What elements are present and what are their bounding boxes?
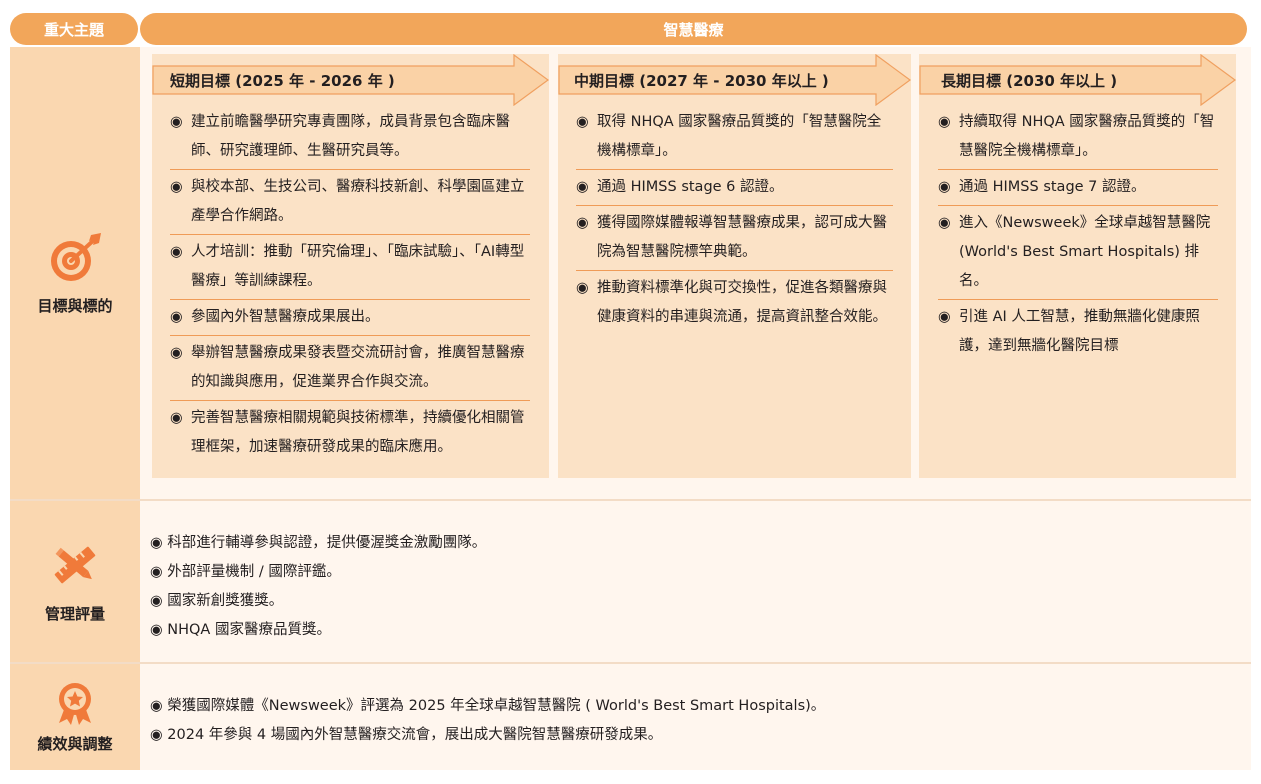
list-item: ◉ 通過 HIMSS stage 6 認證。: [576, 173, 893, 206]
list-item: ◉ 榮獲國際媒體《Newsweek》評選為 2025 年全球卓越智慧醫院 ( W…: [150, 692, 825, 721]
list-item-text: NHQA 國家醫療品質獎。: [167, 622, 331, 638]
list-item: ◉ 完善智慧醫療相關規範與技術標準，持續優化相關管理框架，加速醫療研發成果的臨床應…: [170, 404, 530, 465]
list-item: ◉ 進入《Newsweek》全球卓越智慧醫院 (World's Best Smar…: [938, 209, 1218, 300]
bullet-icon: ◉: [150, 622, 163, 638]
bullet-icon: ◉: [938, 309, 951, 325]
mid-term-title: 中期目標 (2027 年 - 2030 年以上 ): [574, 72, 829, 90]
list-item: ◉ 外部評量機制 / 國際評鑑。: [150, 558, 486, 587]
bullet-icon: ◉: [150, 698, 163, 714]
bullet-icon: ◉: [576, 280, 589, 296]
list-item-text: 2024 年參與 4 場國內外智慧醫療交流會，展出成大醫院智慧醫療研發成果。: [167, 727, 663, 743]
list-item-text: 推動資料標準化與可交換性，促進各類醫療與健康資料的串連與流通，提高資訊整合效能。: [597, 280, 887, 325]
list-item: ◉ 引進 AI 人工智慧，推動無牆化健康照護，達到無牆化醫院目標: [938, 303, 1218, 364]
list-item-text: 與校本部、生技公司、醫療科技新創、科學園區建立產學合作網路。: [191, 179, 525, 224]
list-item-text: 取得 NHQA 國家醫療品質獎的「智慧醫院全機構標章」。: [597, 114, 882, 159]
bullet-icon: ◉: [576, 215, 589, 231]
list-item-text: 參國內外智慧醫療成果展出。: [191, 309, 380, 325]
list-item: ◉ 舉辦智慧醫療成果發表暨交流研討會，推廣智慧醫療的知識與應用，促進業界合作與交流…: [170, 339, 530, 401]
list-item-text: 榮獲國際媒體《Newsweek》評選為 2025 年全球卓越智慧醫院 ( Wor…: [167, 698, 826, 714]
bullet-icon: ◉: [938, 215, 951, 231]
list-item: ◉ 獲得國際媒體報導智慧醫療成果，認可成大醫院為智慧醫院標竿典範。: [576, 209, 893, 271]
bullet-icon: ◉: [170, 309, 183, 325]
management-list: ◉ 科部進行輔導參與認證，提供優渥獎金激勵團隊。 ◉ 外部評量機制 / 國際評鑑…: [150, 529, 486, 645]
list-item-text: 國家新創獎獲獎。: [167, 593, 284, 609]
list-item: ◉ 通過 HIMSS stage 7 認證。: [938, 173, 1218, 206]
performance-row-label: 績效與調整: [10, 664, 140, 770]
pencil-ruler-icon: [47, 539, 103, 591]
bullet-icon: ◉: [150, 535, 163, 551]
goals-label-text: 目標與標的: [37, 297, 113, 315]
target-icon: [47, 231, 103, 283]
list-item-text: 科部進行輔導參與認證，提供優渥獎金激勵團隊。: [167, 535, 487, 551]
bullet-icon: ◉: [938, 179, 951, 195]
list-item-text: 通過 HIMSS stage 6 認證。: [597, 179, 784, 195]
list-item-text: 獲得國際媒體報導智慧醫療成果，認可成大醫院為智慧醫院標竿典範。: [597, 215, 887, 260]
short-term-title: 短期目標 (2025 年 - 2026 年 ): [170, 72, 395, 90]
list-item-text: 建立前瞻醫學研究專責團隊，成員背景包含臨床醫師、研究護理師、生醫研究員等。: [191, 114, 510, 159]
list-item: ◉ 科部進行輔導參與認證，提供優渥獎金激勵團隊。: [150, 529, 486, 558]
list-item-text: 引進 AI 人工智慧，推動無牆化健康照護，達到無牆化醫院目標: [959, 309, 1200, 354]
bullet-icon: ◉: [576, 179, 589, 195]
list-item: ◉ 國家新創獎獲獎。: [150, 587, 486, 616]
bullet-icon: ◉: [170, 179, 183, 195]
list-item-text: 持續取得 NHQA 國家醫療品質獎的「智慧醫院全機構標章」。: [959, 114, 1215, 159]
header-theme-text: 重大主題: [43, 20, 104, 39]
award-medal-icon: [47, 681, 103, 725]
list-item: ◉ 人才培訓：推動「研究倫理」、「臨床試驗」、「AI轉型醫療」等訓練課程。: [170, 238, 530, 300]
performance-label-text: 績效與調整: [37, 734, 113, 753]
bullet-icon: ◉: [170, 410, 183, 426]
bullet-icon: ◉: [170, 345, 183, 361]
bullet-icon: ◉: [150, 564, 163, 580]
performance-list: ◉ 榮獲國際媒體《Newsweek》評選為 2025 年全球卓越智慧醫院 ( W…: [150, 692, 825, 750]
short-term-list: ◉ 建立前瞻醫學研究專責團隊，成員背景包含臨床醫師、研究護理師、生醫研究員等。 ◉…: [170, 108, 530, 468]
mid-term-list: ◉ 取得 NHQA 國家醫療品質獎的「智慧醫院全機構標章」。 ◉ 通過 HIMSS …: [576, 108, 893, 338]
list-item-text: 外部評量機制 / 國際評鑑。: [167, 564, 341, 580]
list-item-text: 通過 HIMSS stage 7 認證。: [959, 179, 1146, 195]
goals-row-label: 目標與標的: [10, 47, 140, 500]
bullet-icon: ◉: [170, 244, 183, 260]
header-topic-text: 智慧醫療: [663, 20, 724, 39]
header-topic: 智慧醫療: [140, 13, 1247, 45]
management-row-label: 管理評量: [10, 501, 140, 662]
bullet-icon: ◉: [150, 593, 163, 609]
list-item: ◉ NHQA 國家醫療品質獎。: [150, 616, 486, 645]
list-item-text: 完善智慧醫療相關規範與技術標準，持續優化相關管理框架，加速醫療研發成果的臨床應用…: [191, 410, 525, 455]
list-item-text: 人才培訓：推動「研究倫理」、「臨床試驗」、「AI轉型醫療」等訓練課程。: [191, 244, 525, 289]
list-item: ◉ 取得 NHQA 國家醫療品質獎的「智慧醫院全機構標章」。: [576, 108, 893, 170]
bullet-icon: ◉: [576, 114, 589, 130]
list-item: ◉ 參國內外智慧醫療成果展出。: [170, 303, 530, 336]
list-item-text: 舉辦智慧醫療成果發表暨交流研討會，推廣智慧醫療的知識與應用，促進業界合作與交流。: [191, 345, 525, 390]
list-item: ◉ 推動資料標準化與可交換性，促進各類醫療與健康資料的串連與流通，提高資訊整合效能…: [576, 274, 893, 335]
bullet-icon: ◉: [170, 114, 183, 130]
list-item: ◉ 持續取得 NHQA 國家醫療品質獎的「智慧醫院全機構標章」。: [938, 108, 1218, 170]
bullet-icon: ◉: [150, 727, 163, 743]
long-term-title: 長期目標 (2030 年以上 ): [941, 72, 1118, 90]
list-item: ◉ 2024 年參與 4 場國內外智慧醫療交流會，展出成大醫院智慧醫療研發成果。: [150, 721, 825, 750]
long-term-list: ◉ 持續取得 NHQA 國家醫療品質獎的「智慧醫院全機構標章」。 ◉ 通過 HIMS…: [938, 108, 1218, 367]
management-label-text: 管理評量: [44, 605, 105, 623]
list-item: ◉ 與校本部、生技公司、醫療科技新創、科學園區建立產學合作網路。: [170, 173, 530, 235]
list-item-text: 進入《Newsweek》全球卓越智慧醫院 (World's Best Smart…: [959, 215, 1211, 289]
header-theme-label: 重大主題: [10, 13, 138, 45]
bullet-icon: ◉: [938, 114, 951, 130]
list-item: ◉ 建立前瞻醫學研究專責團隊，成員背景包含臨床醫師、研究護理師、生醫研究員等。: [170, 108, 530, 170]
